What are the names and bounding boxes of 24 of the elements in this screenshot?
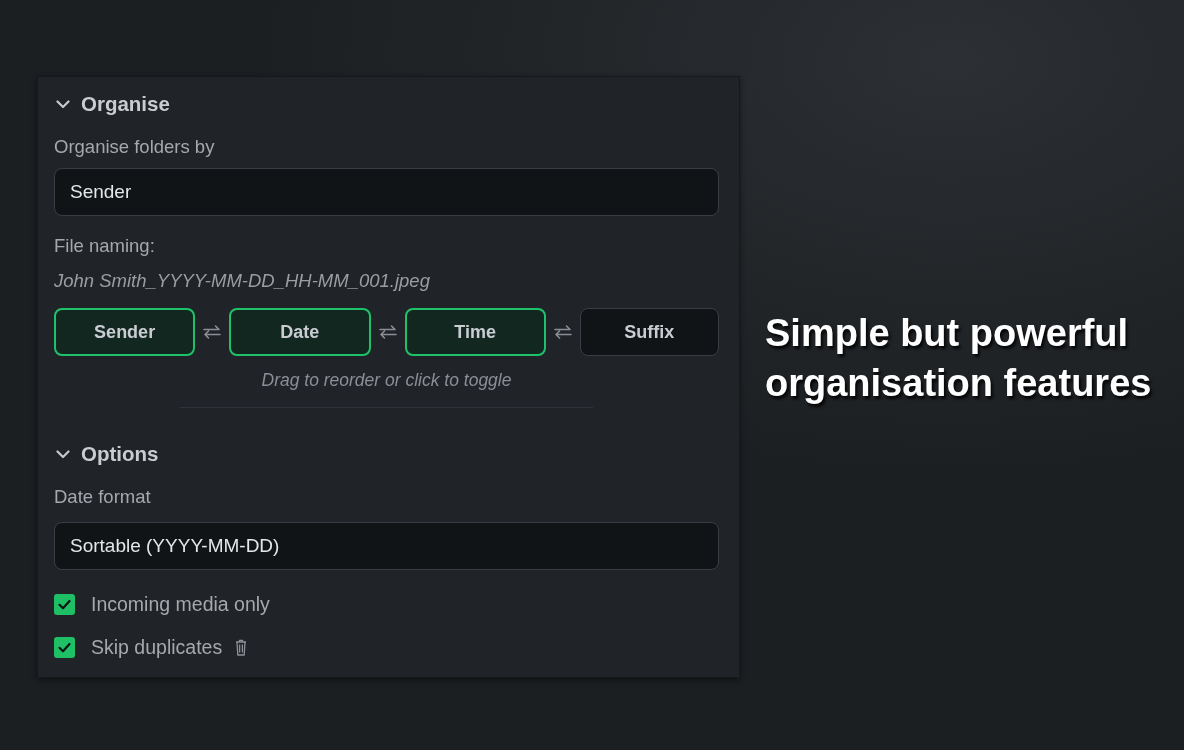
- filename-token-button[interactable]: Sender: [54, 308, 196, 356]
- headline: Simple but powerful organisation features: [765, 311, 1153, 406]
- section-title[interactable]: Options: [81, 442, 159, 466]
- swap-arrows-icon: [377, 325, 398, 339]
- section-title[interactable]: Organise: [81, 92, 170, 116]
- checkbox[interactable]: [54, 636, 75, 658]
- hint-text: Drag to reorder or click to toggle: [261, 369, 512, 391]
- filename-token-button[interactable]: Suffix: [579, 308, 719, 356]
- checkbox-label[interactable]: Skip duplicates: [91, 635, 223, 659]
- filename-preview: John Smith_YYYY-MM-DD_HH-MM_001.jpeg: [54, 270, 431, 292]
- chevron-icon[interactable]: [56, 99, 70, 109]
- field-label: File naming:: [54, 235, 156, 257]
- chevron-icon[interactable]: [56, 449, 70, 459]
- field-label: Date format: [54, 486, 152, 508]
- checkbox[interactable]: [54, 593, 75, 615]
- date-format-field[interactable]: Sortable (YYYY-MM-DD): [54, 522, 719, 570]
- field-label: Organise folders by: [54, 136, 216, 158]
- checkbox-label[interactable]: Incoming media only: [91, 592, 270, 616]
- filename-token-button[interactable]: Date: [229, 308, 371, 356]
- trash-icon[interactable]: [235, 638, 248, 656]
- filename-token-button[interactable]: Time: [404, 308, 546, 356]
- folder-field[interactable]: Sender: [54, 168, 719, 216]
- swap-arrows-icon: [552, 325, 573, 339]
- swap-arrows-icon: [202, 325, 223, 339]
